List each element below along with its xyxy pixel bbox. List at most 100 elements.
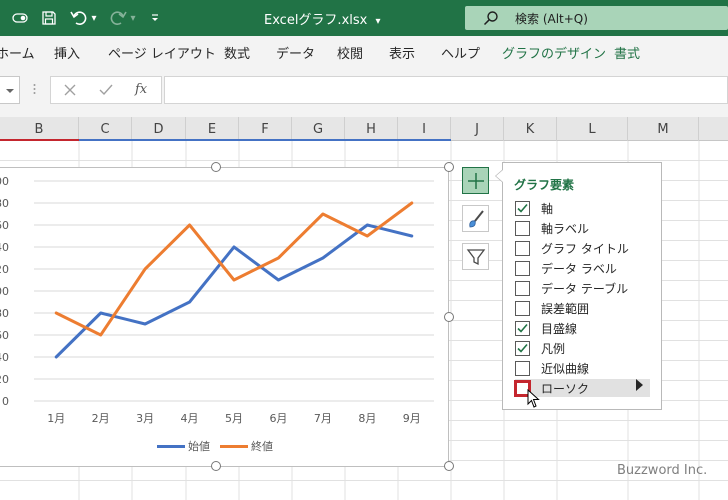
tab-help[interactable]: ヘルプ <box>441 43 480 62</box>
checkbox[interactable] <box>515 300 530 316</box>
search-input[interactable]: 検索 (Alt+Q) <box>465 6 728 30</box>
option-label: グラフ タイトル <box>541 241 629 256</box>
chart-element-option[interactable]: 誤差範囲 <box>515 299 650 317</box>
tab-format[interactable]: 書式 <box>614 43 640 62</box>
x-tick-label: 2月 <box>92 412 110 425</box>
tab-data[interactable]: データ <box>276 43 315 62</box>
cancel-icon[interactable] <box>64 84 76 96</box>
title-bar: ▾ ▾ Excelグラフ.xlsx ▾ 検索 (Alt+Q) <box>0 0 728 36</box>
option-label: データ ラベル <box>541 261 617 276</box>
column-header-f[interactable]: F <box>239 117 292 141</box>
insert-function-button[interactable]: fx <box>135 82 147 97</box>
column-header-c[interactable]: C <box>79 117 132 141</box>
checkmark-icon <box>517 343 528 353</box>
column-header-l[interactable]: L <box>557 117 628 141</box>
formula-input[interactable] <box>164 76 728 104</box>
undo-button[interactable] <box>68 6 88 30</box>
resize-grip-icon[interactable] <box>33 80 36 98</box>
legend-label-open: 始値 <box>188 440 210 453</box>
name-box[interactable] <box>0 76 20 104</box>
chart-legend[interactable]: 始値 終値 <box>157 438 283 454</box>
tab-chart-design[interactable]: グラフのデザイン <box>502 43 606 62</box>
undo-dropdown[interactable]: ▾ <box>88 6 100 30</box>
chart-element-option[interactable]: データ テーブル <box>515 279 650 297</box>
redo-icon <box>110 11 127 25</box>
tab-page-layout[interactable]: ページ レイアウト <box>108 43 216 62</box>
line-chart[interactable]: 0080604020008060402001月2月3月4月5月6月7月8月9月 … <box>0 167 449 467</box>
checkbox[interactable] <box>515 360 530 376</box>
document-title[interactable]: Excelグラフ.xlsx ▾ <box>264 9 381 28</box>
column-header-m[interactable]: M <box>628 117 699 141</box>
autosave-toggle[interactable] <box>10 6 30 30</box>
tab-review[interactable]: 校閲 <box>337 43 363 62</box>
more-options-arrow-icon[interactable] <box>636 379 643 391</box>
mouse-cursor-icon <box>527 389 540 408</box>
column-header-b[interactable]: B <box>0 117 79 141</box>
ribbon-tabs: ホーム 挿入 ページ レイアウト 数式 データ 校閲 表示 ヘルプ グラフのデザ… <box>0 36 728 66</box>
legend-item-close: 終値 <box>220 438 273 454</box>
checkbox[interactable] <box>515 260 530 276</box>
chart-plot-area[interactable]: 00 80 60 40 20 00 80 60 40 20 0 1月 2月 3月 4月 5月 6月 7月 8月 9月 <box>0 168 450 428</box>
redo-dropdown[interactable]: ▾ <box>128 6 138 30</box>
chart-element-option[interactable]: 近似曲線 <box>515 359 650 377</box>
checkbox-checked[interactable] <box>515 200 530 216</box>
y-tick-label: 60 <box>0 219 9 232</box>
checkbox[interactable] <box>515 280 530 296</box>
chart-element-option[interactable]: 凡例 <box>515 339 650 357</box>
column-header-d[interactable]: D <box>132 117 186 141</box>
document-title-text: Excelグラフ.xlsx <box>264 13 368 28</box>
tab-insert[interactable]: 挿入 <box>54 43 80 62</box>
chart-elements-button[interactable] <box>462 167 489 194</box>
column-header-g[interactable]: G <box>292 117 345 141</box>
chart-element-option[interactable]: データ ラベル <box>515 259 650 277</box>
formula-bar: fx <box>0 66 728 117</box>
checkbox-checked[interactable] <box>515 340 530 356</box>
chart-filters-button[interactable] <box>462 243 489 270</box>
option-label: 目盛線 <box>541 321 578 336</box>
checkbox[interactable] <box>515 240 530 256</box>
y-tick-label: 0 <box>2 395 9 408</box>
resize-handle-top[interactable] <box>211 162 221 172</box>
column-header-h[interactable]: H <box>345 117 398 141</box>
chart-styles-button[interactable] <box>462 205 489 232</box>
x-tick-label: 1月 <box>47 412 65 425</box>
x-tick-label: 7月 <box>314 412 332 425</box>
legend-label-close: 終値 <box>251 440 273 453</box>
save-button[interactable] <box>38 6 60 30</box>
resize-handle-bottom[interactable] <box>211 461 221 471</box>
x-tick-label: 6月 <box>269 412 287 425</box>
y-tick-label: 00 <box>0 175 9 188</box>
formula-buttons: fx <box>50 76 162 104</box>
chart-styles-icon <box>468 209 484 227</box>
checkbox[interactable] <box>515 220 530 236</box>
y-tick-label: 80 <box>0 197 9 210</box>
option-label: 軸ラベル <box>541 221 590 236</box>
resize-handle-bottom-right[interactable] <box>444 461 454 471</box>
chart-element-option[interactable]: グラフ タイトル <box>515 239 650 257</box>
chart-element-option[interactable]: 軸 <box>515 199 650 217</box>
column-header-k[interactable]: K <box>504 117 557 141</box>
chart-element-option[interactable]: 目盛線 <box>515 319 650 337</box>
legend-item-open: 始値 <box>157 438 210 454</box>
option-label: 誤差範囲 <box>541 301 590 316</box>
column-label: K <box>525 121 535 137</box>
column-header-e[interactable]: E <box>186 117 239 141</box>
checkbox-checked[interactable] <box>515 320 530 336</box>
customize-qat-button[interactable] <box>148 6 162 30</box>
column-header-j[interactable]: J <box>451 117 504 141</box>
tab-view[interactable]: 表示 <box>389 43 415 62</box>
enter-check-icon[interactable] <box>99 84 113 96</box>
x-tick-label: 8月 <box>358 412 376 425</box>
panel-title: グラフ要素 <box>514 178 575 192</box>
undo-icon <box>69 11 86 25</box>
resize-handle-right[interactable] <box>444 312 454 322</box>
y-tick-label: 20 <box>0 263 9 276</box>
resize-handle-top-right[interactable] <box>444 162 454 172</box>
tab-home[interactable]: ホーム <box>0 43 35 62</box>
redo-button[interactable] <box>108 6 128 30</box>
tab-formulas[interactable]: 数式 <box>224 43 250 62</box>
column-header-i[interactable]: I <box>398 117 451 141</box>
column-headers: B C D E F G H I J K L M <box>0 117 728 141</box>
legend-swatch-orange <box>220 444 248 448</box>
chart-element-option[interactable]: 軸ラベル <box>515 219 650 237</box>
